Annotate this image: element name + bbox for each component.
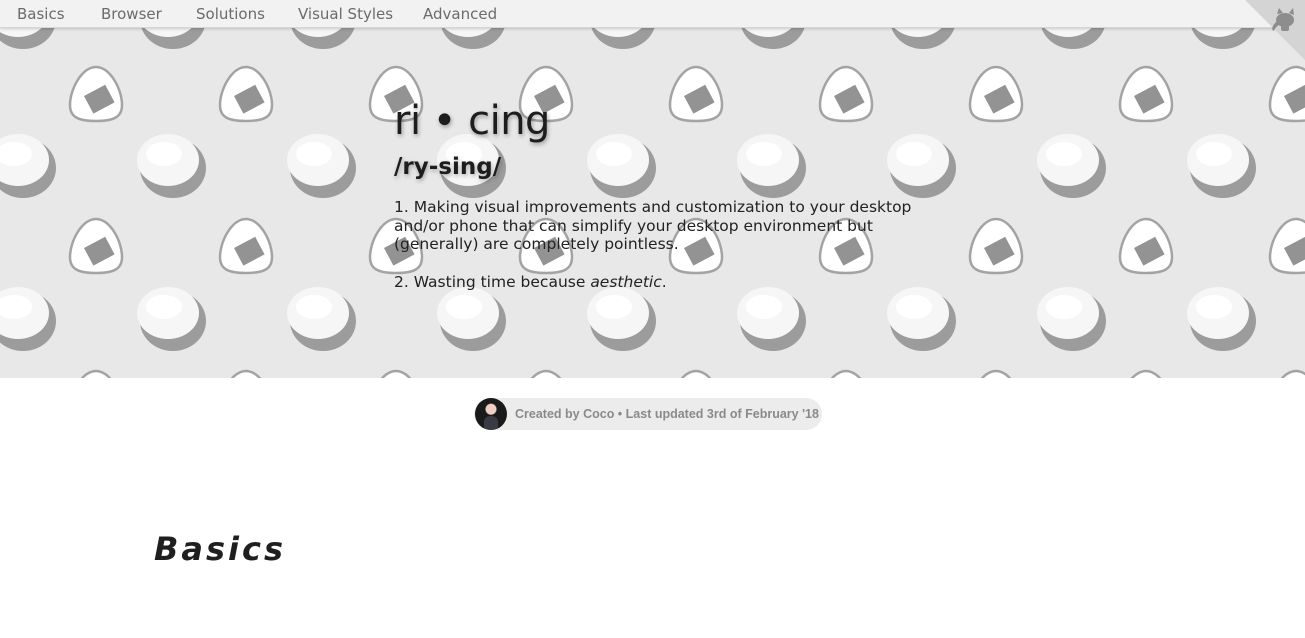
rice-bowl-icon [437, 287, 506, 351]
rice-bowl-icon [1187, 287, 1256, 351]
rice-bowl-icon [1187, 134, 1256, 198]
onigiri-icon [1118, 65, 1174, 123]
rice-bowl-icon [587, 28, 656, 49]
onigiri-icon [368, 369, 424, 378]
avatar [475, 398, 507, 430]
onigiri-icon [218, 65, 274, 123]
section-heading-basics: Basics [154, 530, 287, 568]
hero-banner: ri • cing /ry-sing/ 1. Making visual imp… [0, 28, 1305, 378]
onigiri-icon [68, 369, 124, 378]
rice-bowl-icon [137, 28, 206, 49]
onigiri-icon [68, 217, 124, 275]
nav-item-basics[interactable]: Basics [17, 5, 65, 23]
rice-bowl-icon [737, 287, 806, 351]
rice-bowl-icon [737, 28, 806, 49]
rice-bowl-icon [0, 287, 56, 351]
definition-1: 1. Making visual improvements and custom… [394, 198, 912, 253]
definition-2-emphasis: aesthetic [590, 272, 662, 291]
onigiri-icon [1268, 217, 1305, 275]
rice-bowl-icon [287, 28, 356, 49]
github-corner-link[interactable] [1245, 0, 1305, 60]
onigiri-icon [1118, 369, 1174, 378]
credit-text: Created by Coco • Last updated 3rd of Fe… [515, 407, 819, 421]
onigiri-icon [1268, 65, 1305, 123]
onigiri-icon [968, 65, 1024, 123]
rice-bowl-icon [137, 287, 206, 351]
rice-bowl-icon [437, 28, 506, 49]
onigiri-icon [668, 369, 724, 378]
onigiri-icon [1268, 369, 1305, 378]
rice-bowl-icon [887, 28, 956, 49]
onigiri-icon [68, 65, 124, 123]
onigiri-icon [818, 369, 874, 378]
rice-bowl-icon [0, 28, 56, 49]
pronunciation: /ry-sing/ [394, 154, 502, 180]
nav-item-visual-styles[interactable]: Visual Styles [298, 5, 393, 23]
hero-title: ri • cing [394, 98, 550, 144]
rice-bowl-icon [587, 287, 656, 351]
definition-2-text: 2. Wasting time because [394, 272, 591, 291]
hero-content: ri • cing /ry-sing/ 1. Making visual imp… [394, 98, 934, 291]
credit-badge: Created by Coco • Last updated 3rd of Fe… [474, 398, 822, 430]
rice-bowl-icon [137, 134, 206, 198]
rice-bowl-icon [1037, 28, 1106, 49]
onigiri-icon [968, 217, 1024, 275]
rice-bowl-icon [0, 134, 56, 198]
definition-2-period: . [661, 272, 667, 291]
nav-item-browser[interactable]: Browser [101, 5, 162, 23]
onigiri-icon [968, 369, 1024, 378]
rice-bowl-icon [1037, 287, 1106, 351]
rice-bowl-icon [287, 287, 356, 351]
definition-2: 2. Wasting time because aesthetic. [394, 273, 914, 292]
nav-item-advanced[interactable]: Advanced [423, 5, 497, 23]
onigiri-icon [1118, 217, 1174, 275]
onigiri-icon [518, 369, 574, 378]
onigiri-icon [218, 369, 274, 378]
rice-bowl-icon [1037, 134, 1106, 198]
rice-bowl-icon [887, 287, 956, 351]
onigiri-icon [218, 217, 274, 275]
rice-bowl-icon [287, 134, 356, 198]
nav-item-solutions[interactable]: Solutions [196, 5, 265, 23]
top-navigation: Basics Browser Solutions Visual Styles A… [0, 0, 1305, 28]
